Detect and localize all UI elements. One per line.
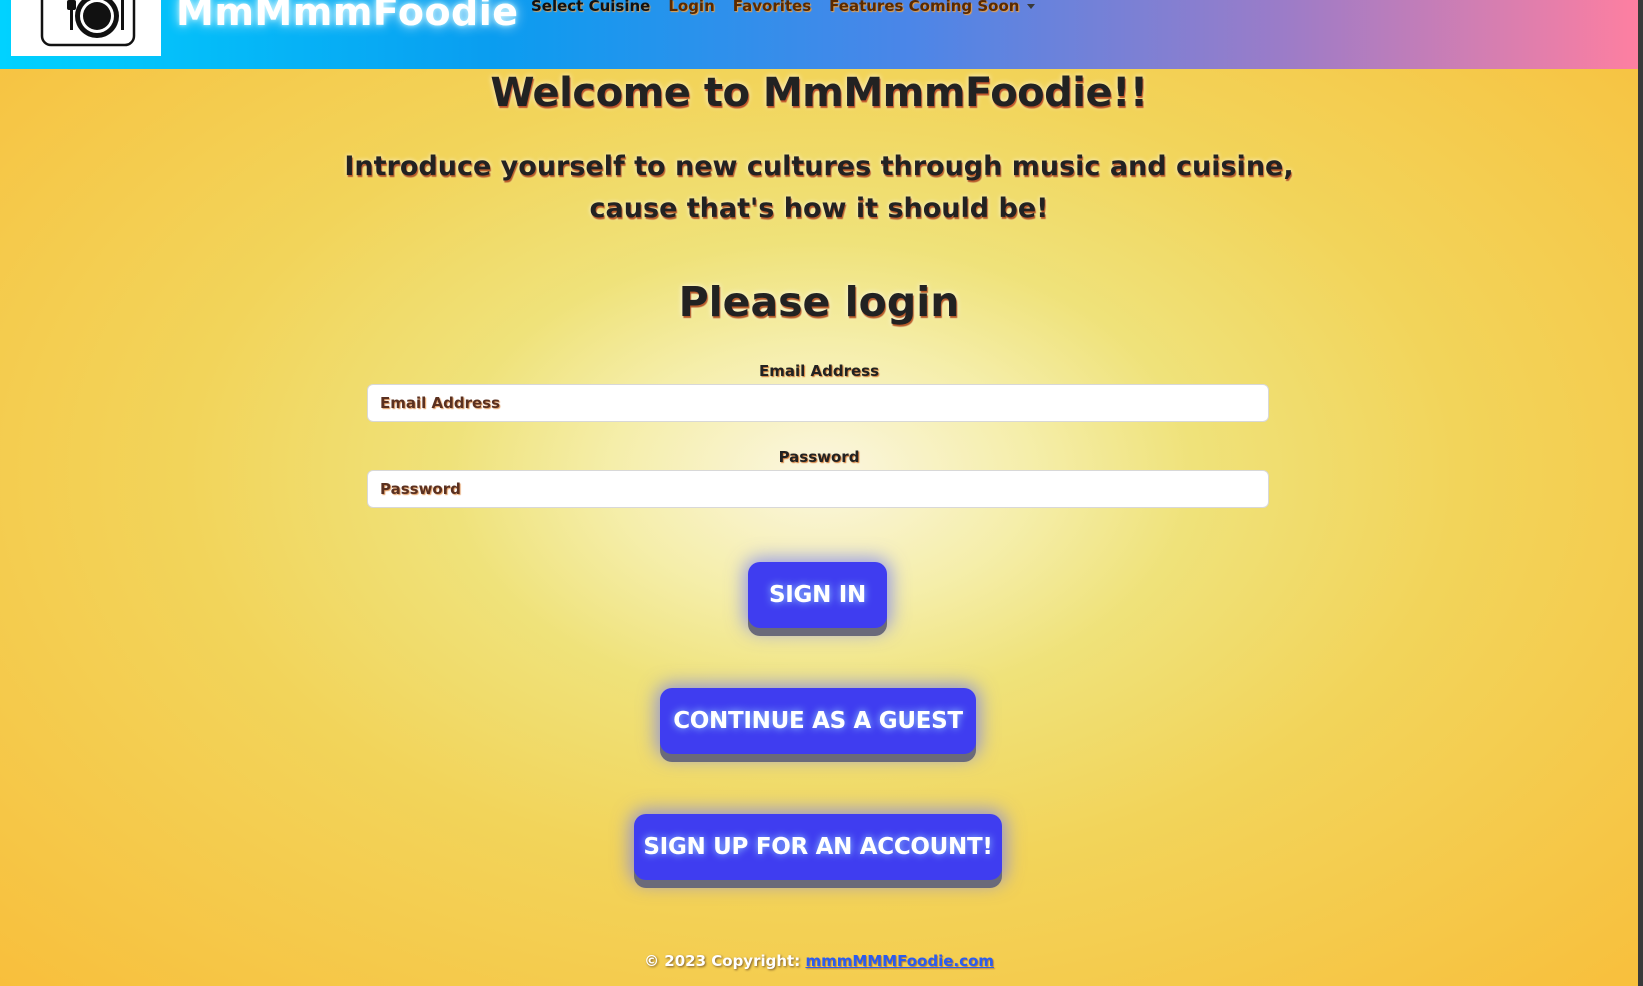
sign-in-button[interactable]: SIGN IN — [748, 562, 887, 628]
password-input[interactable] — [367, 470, 1269, 508]
nav-links: Select Cuisine Login Favorites Features … — [531, 0, 1036, 15]
tagline: Introduce yourself to new cultures throu… — [0, 146, 1638, 230]
scrollbar[interactable] — [1638, 0, 1643, 986]
top-navbar: MmMmmFoodie Select Cuisine Login Favorit… — [0, 0, 1643, 69]
copyright-text: © 2023 Copyright: — [644, 952, 806, 970]
footer: © 2023 Copyright: mmmMMMFoodie.com — [0, 952, 1638, 970]
nav-dropdown-label: Features Coming Soon — [829, 0, 1020, 15]
nav-link-select-cuisine[interactable]: Select Cuisine — [531, 0, 650, 15]
nav-link-login[interactable]: Login — [668, 0, 714, 15]
email-input[interactable] — [367, 384, 1269, 422]
plate-icon — [40, 0, 136, 47]
continue-as-guest-button[interactable]: CONTINUE AS A GUEST — [660, 688, 976, 754]
sign-up-button[interactable]: SIGN UP FOR AN ACCOUNT! — [634, 814, 1002, 880]
tagline-line-1: Introduce yourself to new cultures throu… — [344, 151, 1294, 182]
password-label: Password — [778, 448, 860, 466]
caret-down-icon — [1027, 4, 1036, 9]
welcome-title: Welcome to MmMmmFoodie!! — [490, 70, 1148, 116]
brand-logo[interactable] — [11, 0, 161, 56]
nav-link-favorites[interactable]: Favorites — [733, 0, 811, 15]
nav-dropdown-features-coming-soon[interactable]: Features Coming Soon — [829, 0, 1036, 15]
login-heading: Please login — [678, 278, 960, 326]
brand-title[interactable]: MmMmmFoodie — [176, 0, 519, 34]
footer-site-link[interactable]: mmmMMMFoodie.com — [805, 952, 994, 970]
tagline-line-2: cause that's how it should be! — [589, 193, 1049, 224]
email-label: Email Address — [758, 362, 879, 380]
